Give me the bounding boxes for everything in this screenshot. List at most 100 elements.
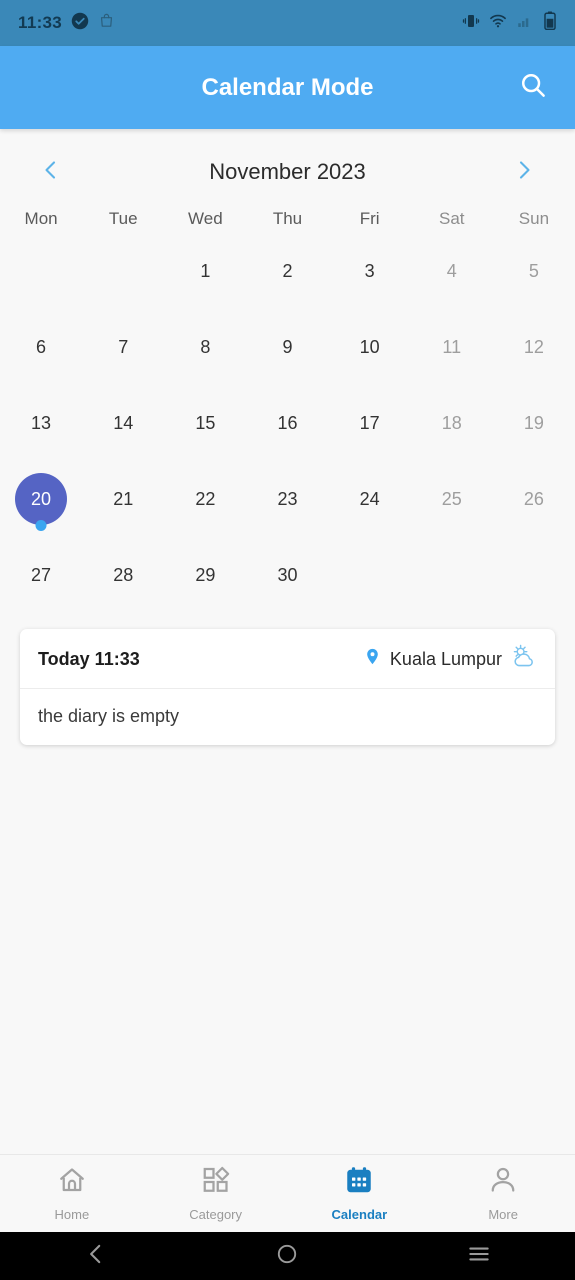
calendar-day-2[interactable]: 2 <box>246 233 328 309</box>
calendar-day-number: 27 <box>31 564 52 585</box>
android-nav-bar[interactable] <box>0 1232 575 1280</box>
calendar-week-row: 13 14 15 16 17 18 19 <box>0 385 575 461</box>
calendar-day-4[interactable]: 4 <box>411 233 493 309</box>
diary-location-label: Kuala Lumpur <box>389 648 502 669</box>
calendar-day-number: 5 <box>528 260 539 281</box>
diary-location-weather: Kuala Lumpur <box>363 643 537 675</box>
calendar-day-28[interactable]: 28 <box>82 537 164 613</box>
android-back-button[interactable] <box>0 1241 192 1272</box>
calendar-day-number: 24 <box>359 488 380 509</box>
calendar-day-number: 4 <box>446 260 457 281</box>
diary-empty-text: the diary is empty <box>38 706 180 726</box>
android-recents-button[interactable] <box>383 1241 575 1272</box>
calendar-day-number: 25 <box>441 488 462 509</box>
bag-icon <box>98 12 115 34</box>
calendar-day-number: 17 <box>359 412 380 433</box>
calendar-day-number: 2 <box>282 260 293 281</box>
calendar-day-number <box>426 549 478 601</box>
partly-cloudy-icon <box>510 643 537 675</box>
diary-today-label: Today 11:33 <box>38 648 140 669</box>
calendar-day-17[interactable]: 17 <box>329 385 411 461</box>
calendar-day-number <box>97 245 149 297</box>
calendar-day-number: 12 <box>523 336 544 357</box>
person-icon <box>488 1165 518 1200</box>
location-pin-icon <box>363 647 382 671</box>
calendar-day-5[interactable]: 5 <box>493 233 575 309</box>
search-icon <box>518 70 548 105</box>
calendar-day-8[interactable]: 8 <box>164 309 246 385</box>
calendar-day-15[interactable]: 15 <box>164 385 246 461</box>
calendar-week-row: 20 21 22 23 24 25 26 <box>0 461 575 537</box>
calendar-day-number: 30 <box>277 564 298 585</box>
calendar-day-6[interactable]: 6 <box>0 309 82 385</box>
calendar-day-23[interactable]: 23 <box>246 461 328 537</box>
calendar-day-26[interactable]: 26 <box>493 461 575 537</box>
calendar-day-19[interactable]: 19 <box>493 385 575 461</box>
calendar-day-number: 9 <box>282 336 293 357</box>
weekday-label-wed: Wed <box>188 209 223 228</box>
calendar-day-number: 3 <box>364 260 375 281</box>
chevron-left-icon <box>39 158 63 187</box>
month-header: November 2023 <box>0 129 575 197</box>
signal-icon <box>516 12 534 35</box>
weekday-label-thu: Thu <box>272 209 303 228</box>
calendar-day-number: 8 <box>200 336 211 357</box>
tab-home[interactable]: Home <box>0 1165 144 1222</box>
calendar-day-10[interactable]: 10 <box>329 309 411 385</box>
calendar-day-18[interactable]: 18 <box>411 385 493 461</box>
tab-calendar[interactable]: Calendar <box>288 1165 432 1222</box>
tab-label: More <box>488 1207 518 1222</box>
calendar-day-number <box>508 549 560 601</box>
status-bar-left: 11:33 <box>18 12 115 35</box>
tab-more[interactable]: More <box>431 1165 575 1222</box>
calendar-day-number: 11 <box>442 336 462 357</box>
calendar-day-number: 18 <box>441 412 462 433</box>
calendar-day-30[interactable]: 30 <box>246 537 328 613</box>
calendar-day-24[interactable]: 24 <box>329 461 411 537</box>
weekday-label-sun: Sun <box>518 209 550 228</box>
calendar-day-9[interactable]: 9 <box>246 309 328 385</box>
calendar-day-number: 21 <box>113 488 134 509</box>
calendar-day-16[interactable]: 16 <box>246 385 328 461</box>
calendar-day-number: 10 <box>359 336 380 357</box>
calendar-week-row: 6 7 8 9 10 11 12 <box>0 309 575 385</box>
calendar-day-20[interactable]: 20 <box>0 461 82 537</box>
calendar-day-1[interactable]: 1 <box>164 233 246 309</box>
calendar-day-3[interactable]: 3 <box>329 233 411 309</box>
status-bar-clock: 11:33 <box>18 13 63 32</box>
calendar-day-13[interactable]: 13 <box>0 385 82 461</box>
search-button[interactable] <box>511 66 555 110</box>
android-home-button[interactable] <box>192 1242 384 1271</box>
tab-category[interactable]: Category <box>144 1165 288 1222</box>
calendar-day-number <box>15 245 67 297</box>
calendar-day-27[interactable]: 27 <box>0 537 82 613</box>
weekday-label-fri: Fri <box>359 209 380 228</box>
calendar-day-number: 15 <box>195 412 216 433</box>
calendar-day-12[interactable]: 12 <box>493 309 575 385</box>
calendar-event-dot <box>35 520 47 531</box>
calendar-day-number: 29 <box>195 564 216 585</box>
calendar-day-empty <box>493 537 575 613</box>
calendar-day-14[interactable]: 14 <box>82 385 164 461</box>
calendar-day-number: 14 <box>113 412 134 433</box>
calendar-day-number: 26 <box>523 488 544 509</box>
status-bar: 11:33 <box>0 0 575 46</box>
next-month-button[interactable] <box>507 155 541 189</box>
calendar-day-11[interactable]: 11 <box>411 309 493 385</box>
chevron-right-icon <box>512 158 536 187</box>
calendar-day-number: 28 <box>113 564 134 585</box>
bottom-tab-bar[interactable]: Home Category Calendar More <box>0 1154 575 1232</box>
calendar-day-number: 19 <box>523 412 544 433</box>
calendar-grid[interactable]: 1 2 3 4 5 6 7 8 9 10 11 12 13 14 15 16 17 18 19 20 21 22 23 24 2… <box>0 233 575 613</box>
calendar-day-number: 16 <box>277 412 298 433</box>
calendar-day-21[interactable]: 21 <box>82 461 164 537</box>
calendar-day-7[interactable]: 7 <box>82 309 164 385</box>
calendar-day-25[interactable]: 25 <box>411 461 493 537</box>
previous-month-button[interactable] <box>34 155 68 189</box>
calendar-day-22[interactable]: 22 <box>164 461 246 537</box>
weekday-label-tue: Tue <box>108 209 138 228</box>
calendar-icon <box>344 1165 374 1200</box>
calendar-day-29[interactable]: 29 <box>164 537 246 613</box>
diary-card[interactable]: Today 11:33 Kuala Lumpur the diary is em… <box>20 629 555 745</box>
